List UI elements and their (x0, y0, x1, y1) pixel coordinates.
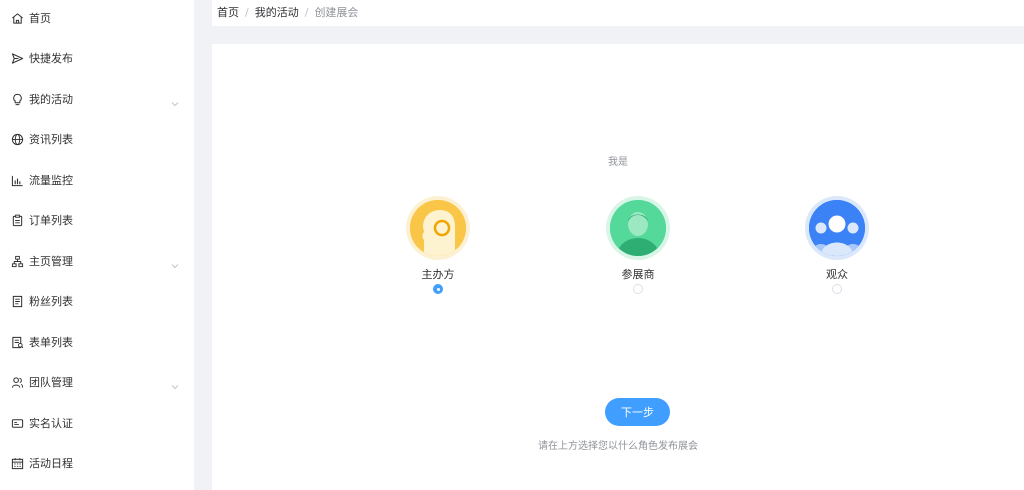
sidebar-item-home[interactable]: 首页 (0, 0, 194, 38)
sidebar-item-fans-list[interactable]: 粉丝列表 (0, 281, 194, 321)
document-icon (10, 294, 24, 308)
form-icon (10, 335, 24, 349)
sidebar-item-homepage-management[interactable]: 主页管理 (0, 241, 194, 281)
sidebar-item-label: 团队管理 (29, 376, 73, 389)
role-radio-exhibitor[interactable] (633, 284, 643, 294)
role-label-exhibitor: 参展商 (621, 268, 655, 281)
role-radio-organizer[interactable] (433, 284, 443, 294)
sidebar-item-label: 首页 (29, 12, 51, 25)
calendar-icon (10, 456, 24, 470)
role-selection-card: 我是 主办方 参展商 观众 下一步 请在上方选择您以什么角色发布展会 (212, 44, 1024, 490)
top-bar: 首页 / 我的活动 / 创建展会 (212, 0, 1024, 26)
home-icon (10, 11, 24, 25)
sidebar-item-real-name-auth[interactable]: 实名认证 (0, 403, 194, 443)
sidebar-item-my-activities[interactable]: 我的活动 (0, 79, 194, 119)
bulb-icon (10, 92, 24, 106)
breadcrumb-home-link[interactable]: 首页 (217, 4, 239, 20)
sidebar-item-label: 流量监控 (29, 174, 73, 187)
sidebar-item-traffic-monitor[interactable]: 流量监控 (0, 160, 194, 200)
role-label-audience: 观众 (826, 268, 848, 281)
sidebar-item-label: 资讯列表 (29, 133, 73, 146)
sidebar-item-activity-schedule[interactable]: 活动日程 (0, 443, 194, 483)
chevron-down-icon (170, 256, 180, 269)
next-step-button[interactable]: 下一步 (605, 398, 670, 426)
id-card-icon (10, 416, 24, 430)
chevron-down-icon (170, 94, 180, 107)
organizer-avatar-ring (406, 196, 470, 260)
sitemap-icon (10, 254, 24, 268)
sidebar-item-quick-publish[interactable]: 快捷发布 (0, 38, 194, 78)
sidebar-item-label: 粉丝列表 (29, 295, 73, 308)
breadcrumb-separator: / (304, 5, 309, 19)
sidebar: 首页 快捷发布 我的活动 资讯列表 流量监控 订单列表 主页管理 粉丝列表 表单… (0, 0, 194, 490)
chart-icon (10, 173, 24, 187)
sidebar-item-label: 快捷发布 (29, 52, 73, 65)
breadcrumb-separator: / (245, 5, 249, 19)
chevron-down-icon (170, 377, 180, 390)
role-option-organizer[interactable]: 主办方 (393, 196, 483, 296)
role-option-audience[interactable]: 观众 (792, 196, 882, 296)
sidebar-item-order-list[interactable]: 订单列表 (0, 200, 194, 240)
sidebar-item-label: 订单列表 (29, 214, 73, 227)
team-icon (10, 375, 24, 389)
send-icon (10, 51, 24, 65)
breadcrumb: 首页 / 我的活动 / 创建展会 (217, 4, 358, 20)
sidebar-item-label: 实名认证 (29, 417, 73, 430)
sidebar-item-label: 活动日程 (29, 457, 73, 470)
sidebar-item-label: 表单列表 (29, 336, 73, 349)
exhibitor-avatar-icon[interactable] (610, 200, 666, 256)
sidebar-item-news-list[interactable]: 资讯列表 (0, 119, 194, 159)
sidebar-item-label: 我的活动 (29, 93, 73, 106)
globe-icon (10, 132, 24, 146)
breadcrumb-current: 创建展会 (314, 6, 359, 19)
breadcrumb-my-activities-link[interactable]: 我的活动 (255, 4, 299, 20)
audience-avatar-ring (805, 196, 869, 260)
role-radio-audience[interactable] (832, 284, 842, 294)
role-label-organizer: 主办方 (421, 268, 455, 281)
clipboard-icon (10, 213, 24, 227)
sidebar-item-label: 主页管理 (29, 255, 73, 268)
sidebar-item-team-management[interactable]: 团队管理 (0, 362, 194, 402)
role-option-exhibitor[interactable]: 参展商 (593, 196, 683, 296)
audience-avatar-icon[interactable] (809, 200, 865, 256)
role-hint-text: 请在上方选择您以什么角色发布展会 (538, 441, 698, 452)
exhibitor-avatar-ring (606, 196, 670, 260)
role-prompt: 我是 (608, 157, 628, 168)
organizer-avatar-icon[interactable] (410, 200, 466, 256)
sidebar-item-form-list[interactable]: 表单列表 (0, 322, 194, 362)
